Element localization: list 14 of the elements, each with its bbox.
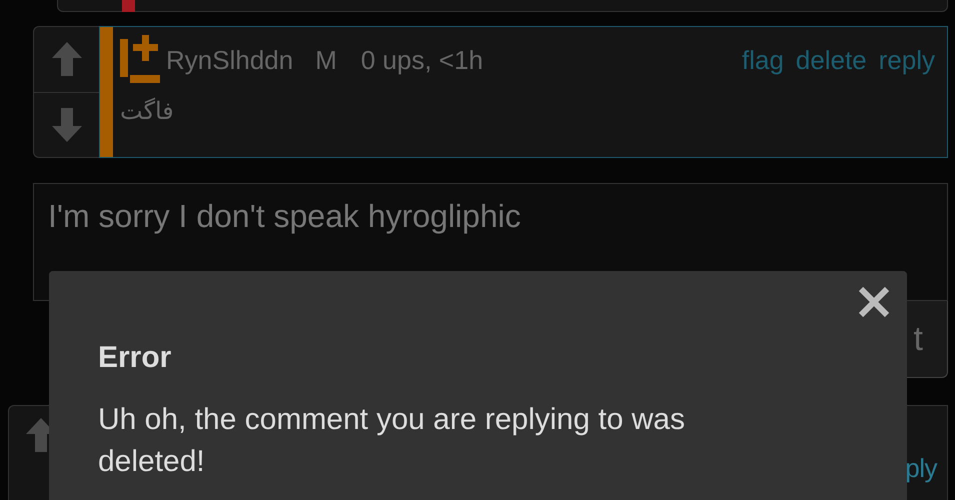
action-link[interactable]: reply xyxy=(878,44,935,76)
downvote-icon xyxy=(52,108,82,142)
dialog-message: Uh oh, the comment you are replying to was deleted! xyxy=(98,402,686,480)
close-icon xyxy=(857,285,891,319)
upvote-icon xyxy=(52,42,82,76)
dialog-title: Error xyxy=(98,341,172,375)
badge-icon xyxy=(120,35,160,85)
action-link[interactable]: flag xyxy=(742,44,784,76)
gender-label: M xyxy=(315,44,337,76)
comment-text: فاگت xyxy=(120,97,175,125)
username[interactable]: RynSlhddn xyxy=(166,44,294,76)
comment-meta: 0 ups, <1h xyxy=(360,44,484,76)
action-link[interactable]: delete xyxy=(796,44,867,76)
action-link[interactable]: ply xyxy=(905,412,937,500)
